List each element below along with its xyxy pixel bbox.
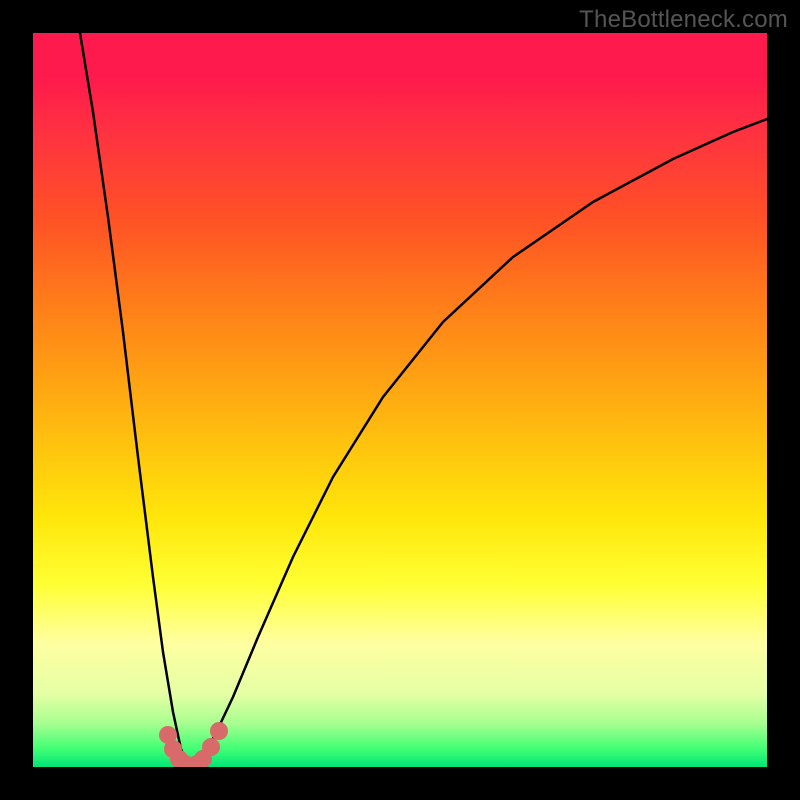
marker-group bbox=[159, 722, 228, 767]
chart-svg bbox=[33, 33, 767, 767]
curve-right-branch bbox=[191, 119, 767, 767]
curve-group bbox=[80, 33, 767, 767]
curve-left-branch bbox=[80, 33, 191, 767]
watermark-text: TheBottleneck.com bbox=[579, 6, 788, 34]
marker-dot bbox=[210, 722, 228, 740]
marker-dot bbox=[202, 738, 220, 756]
outer-frame: TheBottleneck.com bbox=[0, 0, 800, 800]
plot-area bbox=[33, 33, 767, 767]
